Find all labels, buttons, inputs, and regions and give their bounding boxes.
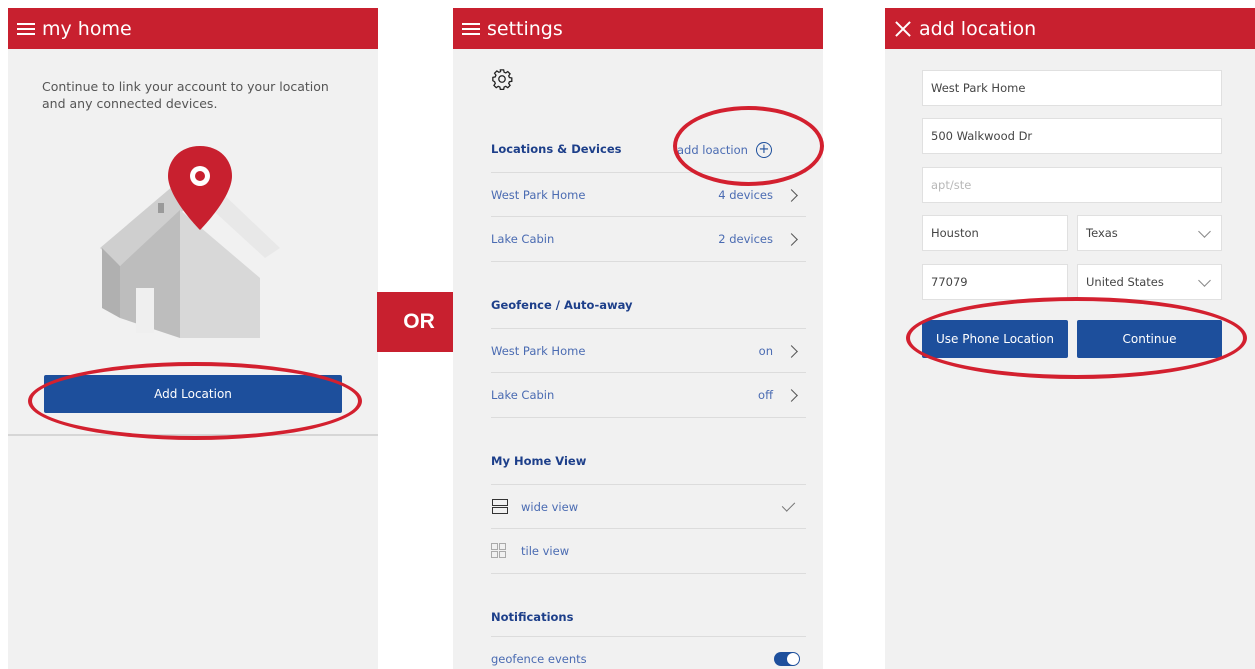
top-bar: my home — [8, 8, 378, 49]
location-name-field[interactable]: West Park Home — [922, 70, 1222, 106]
locations-devices-heading: Locations & Devices — [491, 142, 622, 156]
screen-title: add location — [919, 17, 1037, 40]
state-select[interactable]: Texas — [1077, 215, 1222, 251]
highlight-circle — [906, 297, 1247, 379]
chevron-right-icon — [785, 344, 798, 358]
view-option-wide[interactable]: wide view — [491, 484, 806, 529]
tile-view-icon — [491, 543, 507, 559]
wide-view-icon — [491, 499, 508, 515]
chevron-down-icon — [1198, 225, 1211, 238]
my-home-panel: my home Continue to link your account to… — [8, 8, 378, 669]
notifications-heading: Notifications — [491, 610, 574, 624]
home-view-heading: My Home View — [491, 454, 587, 468]
geofence-row[interactable]: West Park Home on — [491, 328, 806, 373]
menu-icon[interactable] — [16, 19, 36, 39]
intro-text: Continue to link your account to your lo… — [42, 79, 329, 111]
geofence-events-toggle[interactable] — [774, 652, 800, 666]
zip-field[interactable]: 77079 — [922, 264, 1068, 300]
chevron-right-icon — [785, 188, 798, 202]
gear-icon — [492, 69, 513, 90]
top-bar: add location — [885, 8, 1255, 49]
screen-title: settings — [487, 17, 563, 40]
street-field[interactable]: 500 Walkwood Dr — [922, 118, 1222, 154]
or-badge: OR — [377, 292, 461, 352]
location-row[interactable]: Lake Cabin 2 devices — [491, 216, 806, 262]
city-field[interactable]: Houston — [922, 215, 1068, 251]
screen-title: my home — [42, 17, 132, 40]
chevron-right-icon — [785, 232, 798, 246]
house-illustration — [100, 146, 280, 338]
highlight-circle — [673, 106, 824, 186]
highlight-circle — [28, 362, 362, 440]
chevron-right-icon — [785, 388, 798, 402]
country-select[interactable]: United States — [1077, 264, 1222, 300]
geofence-heading: Geofence / Auto-away — [491, 298, 633, 312]
chevron-down-icon — [1198, 274, 1211, 287]
notification-row[interactable]: geofence events — [491, 636, 806, 669]
menu-icon[interactable] — [461, 19, 481, 39]
geofence-row[interactable]: Lake Cabin off — [491, 372, 806, 418]
top-bar: settings — [453, 8, 823, 49]
close-icon[interactable] — [893, 19, 913, 39]
apt-field[interactable]: apt/ste — [922, 167, 1222, 203]
view-option-tile[interactable]: tile view — [491, 528, 806, 574]
